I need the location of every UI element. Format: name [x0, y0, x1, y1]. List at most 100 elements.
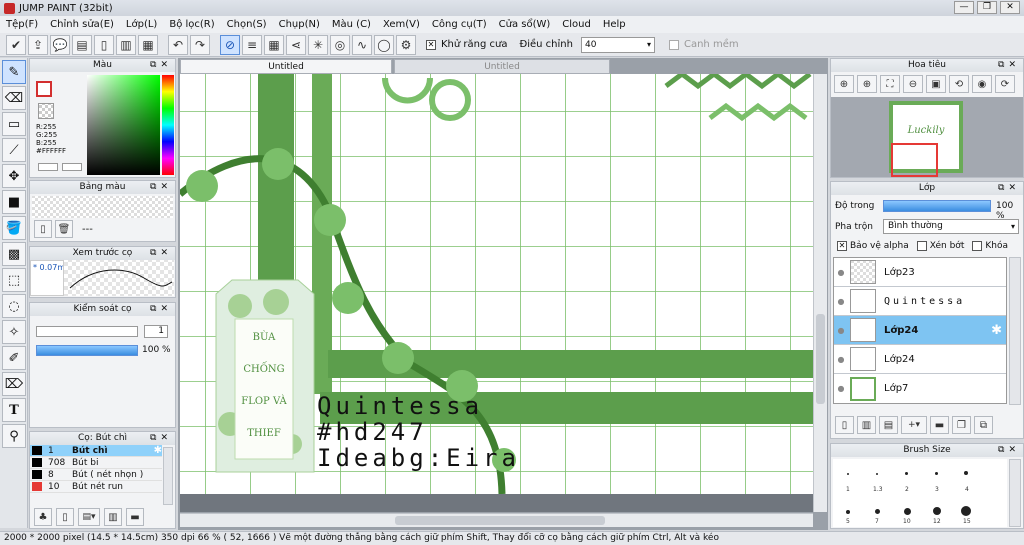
brush-size-dot[interactable]: [964, 471, 968, 475]
no-guide-icon[interactable]: ⊘: [220, 34, 240, 55]
export-icon[interactable]: ⇪: [28, 34, 48, 55]
new-layer-icon[interactable]: ▯: [835, 416, 854, 434]
line-tool-icon[interactable]: ⟋: [2, 138, 26, 162]
bucket-tool-icon[interactable]: 🪣: [2, 216, 26, 240]
cloud-check-icon[interactable]: ✔: [6, 34, 26, 55]
menu-select[interactable]: Chọn(S): [227, 19, 267, 30]
menu-cloud[interactable]: Cloud: [562, 19, 591, 30]
rectangle-tool-icon[interactable]: ▭: [2, 112, 26, 136]
parallel-ruler-icon[interactable]: ≡: [242, 34, 262, 55]
panel-float-close-icon[interactable]: ⧉✕: [998, 182, 1020, 195]
brush-size-scrollbar[interactable]: [1009, 459, 1021, 527]
menu-color[interactable]: Màu (C): [332, 19, 371, 30]
menu-view[interactable]: Xem(V): [383, 19, 420, 30]
maximize-button[interactable]: ❐: [977, 1, 997, 14]
eyedropper-tool-icon[interactable]: ⚲: [2, 424, 26, 448]
close-button[interactable]: ✕: [1000, 1, 1020, 14]
panel-float-close-icon[interactable]: ⧉✕: [150, 247, 172, 260]
drawing-canvas[interactable]: BÙA CHỐNG FLOP VÀ THIEF Quintessa #hd247…: [180, 74, 813, 494]
brush-folder-icon[interactable]: ▬: [126, 508, 144, 526]
brush-size-dot[interactable]: [961, 506, 971, 516]
layer-settings-icon[interactable]: ▤: [879, 416, 898, 434]
lock-checkbox[interactable]: [972, 241, 983, 251]
vertical-scrollbar[interactable]: [813, 74, 827, 512]
brush-list-scrollbar[interactable]: [163, 447, 173, 505]
rotate-left-icon[interactable]: ⟲: [949, 75, 969, 93]
menu-tools[interactable]: Công cụ(T): [432, 19, 487, 30]
menu-filter[interactable]: Bộ lọc(R): [169, 19, 214, 30]
brush-size-dot[interactable]: [935, 472, 938, 475]
panel-float-close-icon[interactable]: ⧉✕: [150, 432, 172, 445]
brush-size-field[interactable]: 1: [144, 325, 168, 338]
panel-float-close-icon[interactable]: ⧉✕: [150, 59, 172, 72]
brush-size-dot[interactable]: [905, 472, 908, 475]
visibility-icon[interactable]: ●: [834, 326, 848, 335]
rect-select-tool-icon[interactable]: ⬚: [2, 268, 26, 292]
actual-size-icon[interactable]: ▣: [926, 75, 946, 93]
brush-size-slider[interactable]: [36, 326, 138, 337]
delete-swatch-icon[interactable]: 🗑: [55, 220, 73, 238]
gear-icon[interactable]: ✱: [991, 323, 1002, 338]
menu-edit[interactable]: Chỉnh sửa(E): [50, 19, 114, 30]
new-file-icon[interactable]: ▯: [94, 34, 114, 55]
blend-mode-select[interactable]: Bình thường ▾: [883, 219, 1019, 234]
fit-icon[interactable]: ⛶: [880, 75, 900, 93]
snap-checkbox[interactable]: [668, 39, 679, 50]
brush-size-dot[interactable]: [904, 508, 911, 515]
lasso-tool-icon[interactable]: ◌: [2, 294, 26, 318]
undo-button[interactable]: ↶: [168, 34, 188, 55]
ellipse-ruler-icon[interactable]: ◯: [374, 34, 394, 55]
brush-size-dot[interactable]: [846, 510, 850, 514]
gradient-tool-icon[interactable]: ▩: [2, 242, 26, 266]
gear-icon[interactable]: ✱: [154, 445, 162, 456]
minimize-button[interactable]: —: [954, 1, 974, 14]
brush-settings-icon[interactable]: ▥: [104, 508, 122, 526]
new-brush-icon[interactable]: ▯: [56, 508, 74, 526]
swatch-grid[interactable]: [32, 196, 173, 218]
brush-size-dot[interactable]: [876, 473, 878, 475]
zoom-icon[interactable]: ⊕: [834, 75, 854, 93]
menu-window[interactable]: Cửa sổ(W): [499, 19, 551, 30]
visibility-icon[interactable]: ●: [834, 384, 848, 393]
visibility-icon[interactable]: ●: [834, 297, 848, 306]
radial-ruler-icon[interactable]: ✳: [308, 34, 328, 55]
navigator-viewport-frame[interactable]: [891, 143, 938, 177]
tab-untitled-active[interactable]: Untitled: [180, 59, 392, 74]
layer-opacity-slider[interactable]: [883, 200, 991, 212]
grid-layout-icon[interactable]: ▦: [138, 34, 158, 55]
brush-menu-icon[interactable]: ▤▾: [78, 508, 100, 526]
focus-line-icon[interactable]: ⋖: [286, 34, 306, 55]
merge-layer-icon[interactable]: ⧉: [974, 416, 993, 434]
select-eraser-tool-icon[interactable]: ⌦: [2, 372, 26, 396]
brush-item[interactable]: 1 Bút chì ✱: [30, 445, 162, 457]
brush-item[interactable]: 8 Bút ( nét nhọn ): [30, 469, 162, 481]
brush-tree-icon[interactable]: ♣: [34, 508, 52, 526]
brush-size-dot[interactable]: [933, 507, 941, 515]
panel-float-close-icon[interactable]: ⧉✕: [150, 303, 172, 316]
menu-layer[interactable]: Lớp(L): [126, 19, 157, 30]
brush-item[interactable]: 10 Bút nét run: [30, 481, 162, 493]
layer-row[interactable]: ● Lớp24 ✱: [834, 316, 1006, 345]
comment-icon[interactable]: 💬: [50, 34, 70, 55]
protect-alpha-checkbox[interactable]: ✕: [837, 241, 847, 251]
grid-ruler-icon[interactable]: ▦: [264, 34, 284, 55]
brush-size-dot[interactable]: [875, 509, 880, 514]
correction-select[interactable]: 40 ▾: [580, 36, 655, 53]
zoom-out-icon[interactable]: ⊖: [903, 75, 923, 93]
zoom-in-icon[interactable]: ⊕: [857, 75, 877, 93]
panel-float-close-icon[interactable]: ⧉✕: [998, 59, 1020, 72]
new-swatch-icon[interactable]: ▯: [34, 220, 52, 238]
panel-float-close-icon[interactable]: ⧉✕: [150, 181, 172, 194]
move-tool-icon[interactable]: ✥: [2, 164, 26, 188]
brush-opacity-slider[interactable]: [36, 345, 138, 356]
layer-row[interactable]: ● Lớp23: [834, 258, 1006, 287]
clip-checkbox[interactable]: [916, 241, 927, 251]
primary-color-swatch[interactable]: [36, 81, 52, 97]
brush-item[interactable]: 708 Bút bi: [30, 457, 162, 469]
layer-row[interactable]: ● Lớp24: [834, 345, 1006, 374]
navigator-view[interactable]: Luckily: [831, 97, 1023, 177]
secondary-color-swatch[interactable]: [38, 103, 54, 119]
layer-folder-icon[interactable]: ▬: [930, 416, 949, 434]
fill-rect-tool-icon[interactable]: ■: [2, 190, 26, 214]
panel-float-close-icon[interactable]: ⧉✕: [998, 444, 1020, 457]
